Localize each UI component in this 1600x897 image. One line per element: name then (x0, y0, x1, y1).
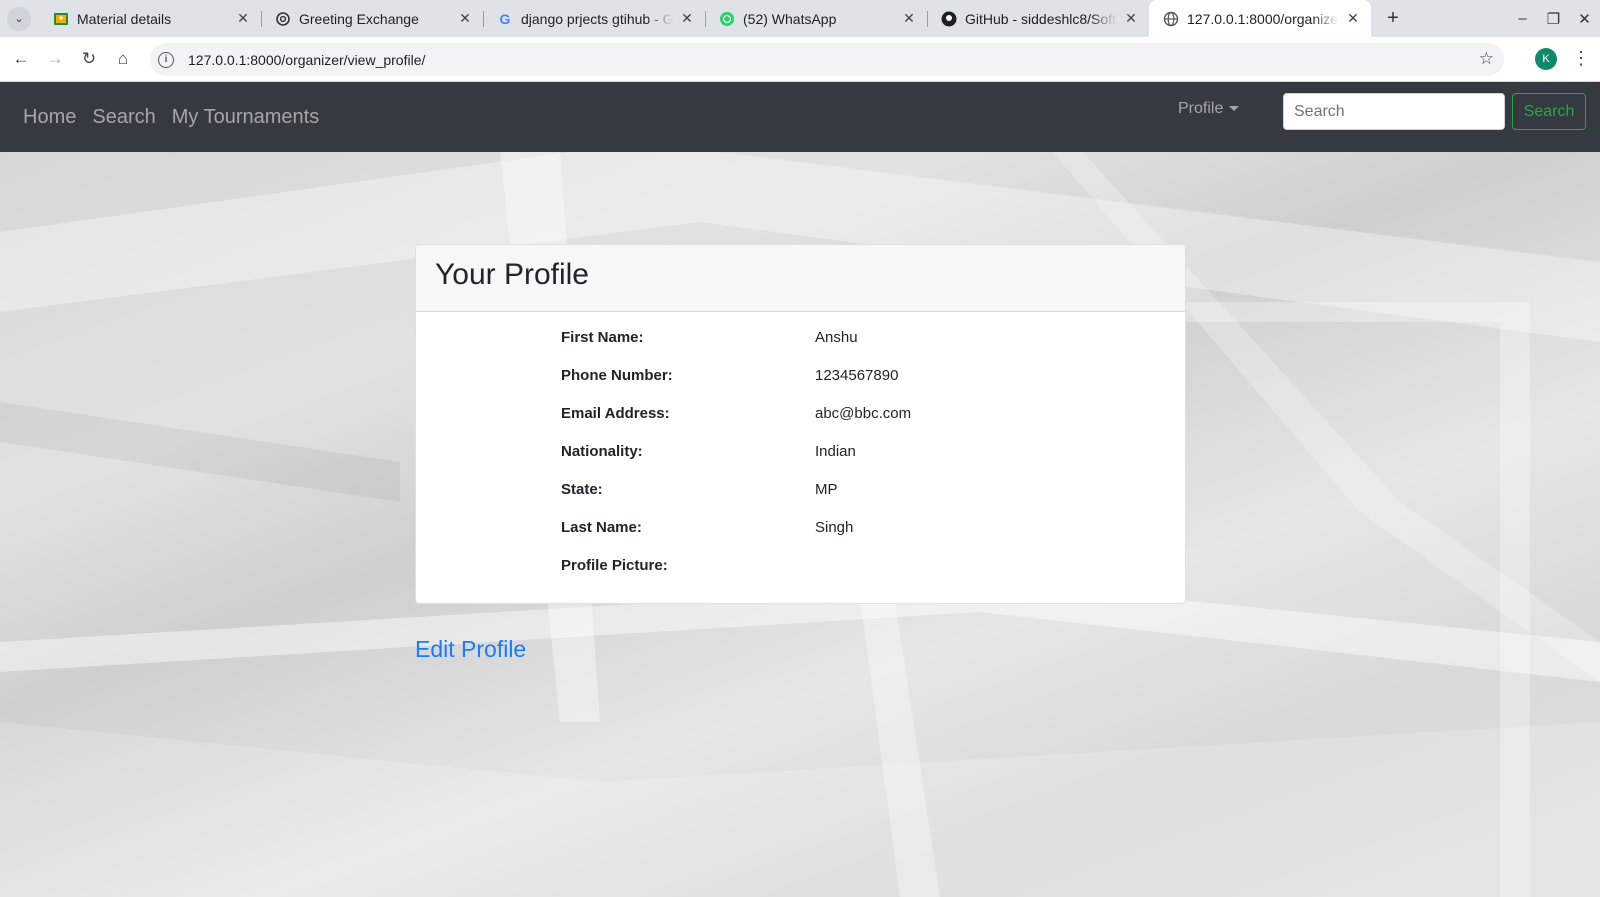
profile-row-nationality: Nationality: Indian (561, 443, 911, 481)
more-options-icon[interactable]: ⋮ (1572, 48, 1590, 69)
tab-google-search[interactable]: G django prjects gtihub - Goo ✕ (483, 0, 705, 37)
field-label: Phone Number: (561, 367, 673, 384)
field-value: Indian (815, 443, 856, 460)
window-controls: – ❐ ✕ (1507, 0, 1600, 37)
tab-title: Greeting Exchange (299, 10, 419, 27)
edit-profile-link[interactable]: Edit Profile (415, 636, 526, 663)
tab-search-button[interactable]: ⌄ (7, 6, 31, 31)
profile-row-last-name: Last Name: Singh (561, 519, 911, 557)
chatgpt-icon (275, 11, 291, 27)
close-icon[interactable]: ✕ (235, 10, 251, 27)
forward-icon[interactable]: → (38, 49, 72, 69)
tab-whatsapp[interactable]: (52) WhatsApp ✕ (705, 0, 927, 37)
close-icon[interactable]: ✕ (1123, 10, 1139, 27)
field-value: 1234567890 (815, 367, 899, 384)
profile-dropdown-label: Profile (1178, 100, 1224, 117)
field-label: Last Name: (561, 519, 642, 536)
back-icon[interactable]: ← (4, 49, 38, 69)
tab-title: Material details (77, 10, 172, 27)
minimize-icon[interactable]: – (1507, 10, 1538, 27)
github-icon (941, 11, 957, 27)
tab-greeting-exchange[interactable]: Greeting Exchange ✕ (261, 0, 483, 37)
close-icon[interactable]: ✕ (679, 10, 695, 27)
tab-separator (483, 11, 484, 27)
site-navbar: Home Search My Tournaments Profile Searc… (0, 82, 1600, 152)
bookmark-star-icon[interactable]: ☆ (1479, 49, 1494, 69)
browser-toolbar: ← → ↻ ⌂ i 127.0.0.1:8000/organizer/view_… (0, 37, 1600, 82)
nav-search-link[interactable]: Search (92, 106, 155, 129)
new-tab-icon[interactable]: + (1381, 7, 1405, 30)
navbar-search-button[interactable]: Search (1512, 93, 1586, 130)
site-info-icon[interactable]: i (158, 51, 174, 68)
field-value: abc@bbc.com (815, 405, 912, 422)
tab-title: django prjects gtihub - Goo (521, 10, 673, 27)
profile-card: Your Profile First Name: Anshu Phone Num… (415, 244, 1186, 604)
profile-avatar[interactable]: K (1535, 48, 1557, 70)
google-icon: G (499, 10, 511, 27)
tab-github[interactable]: GitHub - siddeshlc8/Softw ✕ (927, 0, 1149, 37)
tab-title: (52) WhatsApp (743, 10, 837, 27)
profile-row-state: State: MP (561, 481, 911, 519)
tabs: Material details ✕ Greeting Exchange ✕ G… (39, 0, 1405, 37)
classroom-icon (53, 11, 69, 27)
tab-material-details[interactable]: Material details ✕ (39, 0, 261, 37)
profile-row-first-name: First Name: Anshu (561, 329, 911, 367)
profile-row-phone: Phone Number: 1234567890 (561, 367, 911, 405)
restore-icon[interactable]: ❐ (1538, 10, 1569, 28)
close-icon[interactable]: ✕ (457, 10, 473, 27)
nav-my-tournaments-link[interactable]: My Tournaments (172, 106, 319, 129)
field-value: MP (815, 481, 838, 498)
chevron-down-icon: ⌄ (14, 13, 24, 25)
tab-strip: ⌄ Material details ✕ Greeting Exchange ✕… (0, 0, 1600, 37)
tab-title: 127.0.0.1:8000/organizer/v (1187, 10, 1339, 27)
field-label: Nationality: (561, 443, 643, 460)
url-text[interactable]: 127.0.0.1:8000/organizer/view_profile/ (188, 52, 425, 68)
close-icon[interactable]: ✕ (901, 10, 917, 27)
reload-icon[interactable]: ↻ (72, 49, 106, 69)
field-label: Profile Picture: (561, 557, 668, 574)
tab-organizer-profile[interactable]: 127.0.0.1:8000/organizer/v ✕ (1149, 0, 1371, 37)
navbar-search-input[interactable] (1283, 93, 1505, 130)
tab-separator (261, 11, 262, 27)
caret-down-icon (1229, 106, 1240, 112)
field-label: First Name: (561, 329, 644, 346)
close-window-icon[interactable]: ✕ (1569, 10, 1600, 28)
field-value: Singh (815, 519, 854, 536)
tab-separator (927, 11, 928, 27)
page-content: Home Search My Tournaments Profile Searc… (0, 82, 1600, 897)
field-label: Email Address: (561, 405, 670, 422)
profile-row-email: Email Address: abc@bbc.com (561, 405, 911, 443)
whatsapp-icon (719, 11, 735, 27)
address-bar[interactable]: i 127.0.0.1:8000/organizer/view_profile/… (150, 43, 1504, 76)
profile-dropdown[interactable]: Profile (1178, 100, 1240, 118)
globe-icon (1163, 11, 1179, 27)
tab-title: GitHub - siddeshlc8/Softw (965, 10, 1117, 27)
home-icon[interactable]: ⌂ (106, 49, 140, 69)
profile-card-header: Your Profile (416, 245, 1185, 312)
page-title: Your Profile (435, 258, 589, 291)
field-value: Anshu (815, 329, 858, 346)
profile-fields: First Name: Anshu Phone Number: 12345678… (561, 329, 911, 595)
profile-row-picture: Profile Picture: (561, 557, 911, 595)
nav-home-link[interactable]: Home (23, 106, 76, 129)
tab-separator (705, 11, 706, 27)
close-icon[interactable]: ✕ (1345, 10, 1361, 27)
field-label: State: (561, 481, 603, 498)
